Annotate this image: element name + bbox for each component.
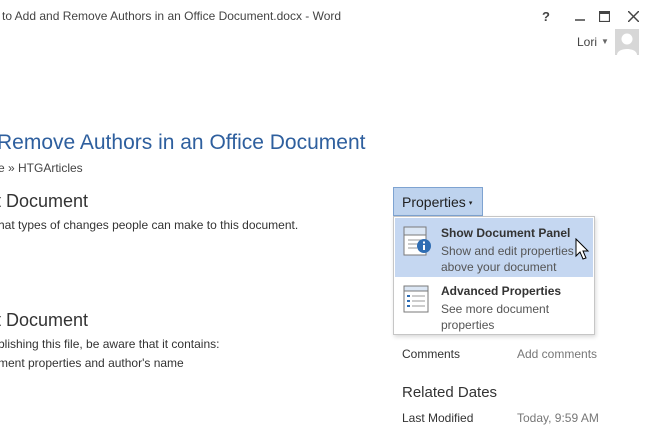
maximize-icon xyxy=(598,10,610,22)
comments-label: Comments xyxy=(402,347,461,361)
properties-list-icon xyxy=(403,285,429,313)
minimize-button[interactable] xyxy=(569,6,591,26)
properties-button-label: Properties xyxy=(402,193,466,210)
close-icon xyxy=(627,10,639,22)
chevron-down-icon: ▾ xyxy=(468,199,473,207)
user-menu-caret-icon[interactable]: ▼ xyxy=(601,37,609,46)
window-title: to Add and Remove Authors in an Office D… xyxy=(2,9,342,23)
avatar[interactable] xyxy=(615,29,639,55)
section-heading-inspect: t Document xyxy=(0,310,89,330)
section-text-protect: hat types of changes people can make to … xyxy=(0,218,299,232)
related-dates-heading: Related Dates xyxy=(402,384,498,401)
menu-item-title: Show Document Panel xyxy=(441,226,571,240)
document-title: Remove Authors in an Office Document xyxy=(0,131,366,154)
user-name[interactable]: Lori xyxy=(577,35,597,49)
menu-item-show-document-panel[interactable]: Show Document Panel Show and edit proper… xyxy=(395,218,593,277)
mouse-cursor-icon xyxy=(575,238,590,260)
properties-menu: Show Document Panel Show and edit proper… xyxy=(393,216,595,335)
menu-item-desc: See more document properties xyxy=(441,302,550,332)
minimize-icon xyxy=(575,19,585,21)
comments-value[interactable]: Add comments xyxy=(517,347,597,361)
section-text-inspect-2: ment properties and author's name xyxy=(0,356,184,370)
properties-button[interactable]: Properties ▾ xyxy=(393,187,483,216)
avatar-icon xyxy=(617,33,637,55)
maximize-button[interactable] xyxy=(593,6,615,26)
close-button[interactable] xyxy=(622,6,644,26)
help-button[interactable]: ? xyxy=(535,6,557,26)
document-panel-icon xyxy=(403,226,431,256)
breadcrumb[interactable]: e » HTGArticles xyxy=(0,161,83,175)
section-heading-protect: t Document xyxy=(0,191,89,211)
section-text-inspect-1: blishing this file, be aware that it con… xyxy=(0,337,220,351)
menu-item-desc: Show and edit properties above your docu… xyxy=(441,244,574,274)
menu-item-advanced-properties[interactable]: Advanced Properties See more document pr… xyxy=(395,278,593,334)
menu-item-title: Advanced Properties xyxy=(441,284,562,298)
